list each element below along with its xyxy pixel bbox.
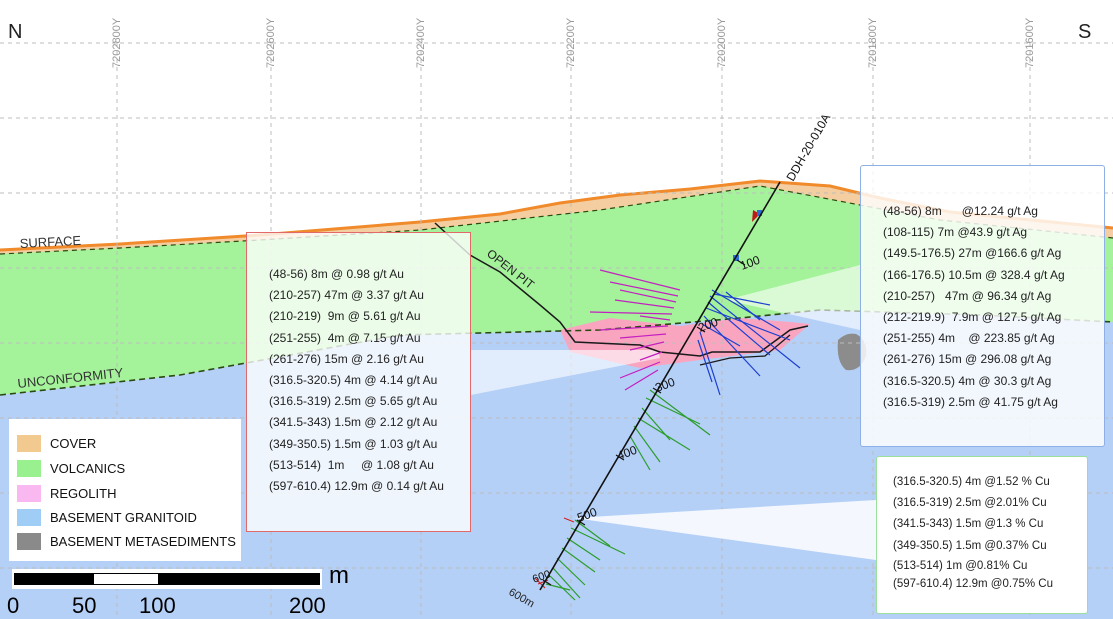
scale-bar-segment-2 bbox=[158, 573, 320, 585]
regolith-swatch bbox=[17, 484, 41, 502]
cu-intercept-row: (316.5-320.5) 4m @1.52 % Cu bbox=[893, 476, 1050, 488]
metasediments-swatch bbox=[17, 532, 41, 550]
legend-label: VOLCANICS bbox=[50, 460, 126, 476]
legend-label: COVER bbox=[50, 435, 97, 451]
au-intercepts-callout: (48-56) 8m @ 0.98 g/t Au (210-257) 47m @… bbox=[246, 232, 471, 532]
volcanics-swatch bbox=[17, 459, 41, 477]
ag-intercept-row: (212-219.9) 7.9m @ 127.5 g/t Ag bbox=[883, 310, 1062, 325]
ag-intercept-row: (210-257) 47m @ 96.34 g/t Ag bbox=[883, 288, 1052, 303]
au-intercept-row: (349-350.5) 1.5m @ 1.03 g/t Au bbox=[269, 436, 438, 451]
au-intercept-row: (210-219) 9m @ 5.61 g/t Au bbox=[269, 309, 421, 324]
legend-label: BASEMENT GRANITOID bbox=[50, 509, 197, 525]
ag-intercept-row: (316.5-320.5) 4m @ 30.3 g/t Ag bbox=[883, 373, 1052, 388]
legend-item-volcanics: VOLCANICS bbox=[17, 457, 125, 479]
cover-swatch bbox=[17, 434, 41, 452]
scale-bar-graphic bbox=[12, 569, 322, 589]
scale-bar: m 0 50 100 200 bbox=[7, 562, 354, 618]
easting-label: 7202000Y bbox=[716, 17, 728, 68]
easting-label: 7201600Y bbox=[1024, 17, 1036, 68]
ag-intercept-row: (261-276) 15m @ 296.08 g/t Ag bbox=[883, 352, 1052, 367]
legend-item-regolith: REGOLITH bbox=[17, 482, 116, 504]
scale-tick-label: 200 bbox=[289, 593, 326, 618]
cu-intercept-row: (513-514) 1m @0.81% Cu bbox=[893, 559, 1028, 572]
south-label: S bbox=[1078, 21, 1091, 43]
scale-bar-segment-1 bbox=[94, 573, 158, 585]
granitoid-swatch bbox=[17, 508, 41, 526]
au-intercept-row: (48-56) 8m @ 0.98 g/t Au bbox=[269, 267, 404, 281]
legend-label: BASEMENT METASEDIMENTS bbox=[50, 533, 236, 549]
au-intercept-row: (261-276) 15m @ 2.16 g/t Au bbox=[269, 351, 424, 366]
scale-bar-segment-0 bbox=[14, 573, 94, 585]
ag-intercept-row: (149.5-176.5) 27m @166.6 g/t Ag bbox=[883, 246, 1062, 261]
au-intercept-row: (251-255) 4m @ 7.15 g/t Au bbox=[269, 330, 421, 345]
scale-tick-label: 100 bbox=[139, 593, 176, 618]
ag-intercept-row: (48-56) 8m @12.24 g/t Ag bbox=[883, 204, 1038, 218]
legend-label: REGOLITH bbox=[50, 485, 117, 501]
legend-item-basement-metasediments: BASEMENT METASEDIMENTS bbox=[17, 530, 236, 552]
au-intercept-row: (210-257) 47m @ 3.37 g/t Au bbox=[269, 288, 424, 303]
easting-label: 7202200Y bbox=[565, 17, 577, 68]
easting-label: 7202400Y bbox=[415, 17, 427, 68]
scale-unit: m bbox=[329, 562, 349, 589]
cu-intercept-row: (316.5-319) 2.5m @2.01% Cu bbox=[893, 497, 1047, 510]
ag-intercept-row: (316.5-319) 2.5m @ 41.75 g/t Ag bbox=[883, 394, 1058, 409]
easting-label: 7202600Y bbox=[265, 17, 277, 68]
cu-intercept-row: (597-610.4) 12.9m @0.75% Cu bbox=[893, 577, 1053, 590]
cu-intercept-row: (341.5-343) 1.5m @1.3 % Cu bbox=[893, 518, 1044, 531]
scale-tick-label: 50 bbox=[72, 593, 97, 618]
ag-intercept-row: (166-176.5) 10.5m @ 328.4 g/t Ag bbox=[883, 267, 1065, 282]
easting-label: 7201800Y bbox=[867, 17, 879, 68]
scale-tick-label: 0 bbox=[7, 593, 20, 618]
au-intercept-row: (597-610.4) 12.9m @ 0.14 g/t Au bbox=[269, 479, 444, 494]
ag-intercepts-callout: (48-56) 8m @12.24 g/t Ag (108-115) 7m @4… bbox=[860, 165, 1105, 447]
legend: COVER VOLCANICS REGOLITH BASEMENT GRANIT… bbox=[9, 419, 241, 561]
au-intercept-row: (316.5-320.5) 4m @ 4.14 g/t Au bbox=[269, 373, 438, 388]
au-intercept-row: (316.5-319) 2.5m @ 5.65 g/t Au bbox=[269, 394, 438, 409]
north-label: N bbox=[8, 21, 22, 43]
drillhole-label: DDH-20-010A bbox=[783, 111, 833, 183]
au-intercept-row: (341.5-343) 1.5m @ 2.12 g/t Au bbox=[269, 415, 438, 430]
legend-item-basement-granitoid: BASEMENT GRANITOID bbox=[17, 506, 197, 528]
cu-intercepts-callout: (316.5-320.5) 4m @1.52 % Cu (316.5-319) … bbox=[876, 456, 1088, 614]
cu-intercept-row: (349-350.5) 1.5m @0.37% Cu bbox=[893, 539, 1047, 552]
easting-label: 7202800Y bbox=[111, 17, 123, 68]
au-intercept-row: (513-514) 1m @ 1.08 g/t Au bbox=[269, 457, 434, 472]
legend-item-cover: COVER bbox=[17, 432, 96, 454]
ag-intercept-row: (251-255) 4m @ 223.85 g/t Ag bbox=[883, 331, 1055, 346]
ag-intercept-row: (108-115) 7m @43.9 g/t Ag bbox=[883, 225, 1028, 240]
